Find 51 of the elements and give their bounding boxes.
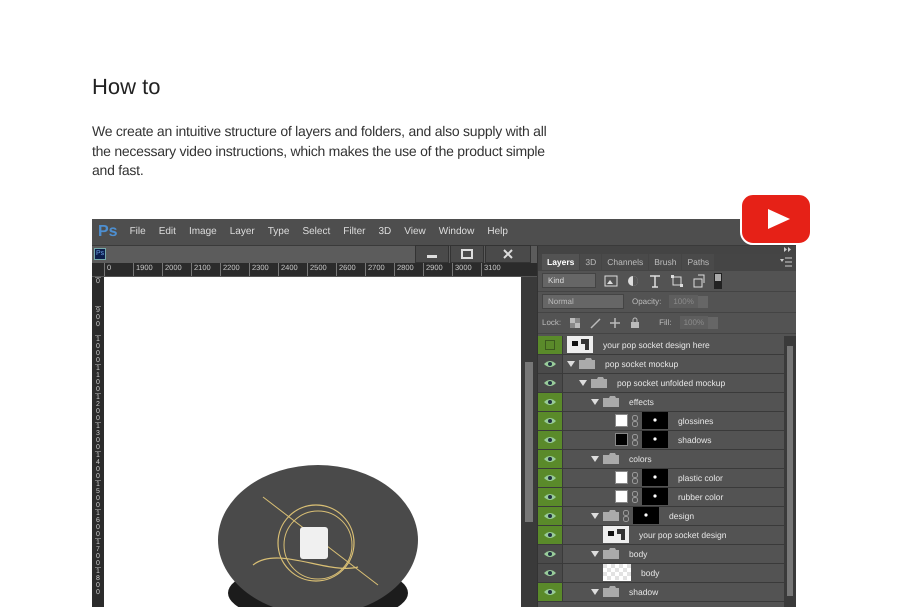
layer-row[interactable]: plastic color	[538, 468, 784, 488]
layer-name: your pop socket design	[639, 530, 726, 540]
layer-name: your pop socket design here	[603, 340, 710, 350]
layer-name: design	[669, 510, 694, 520]
panel-tab[interactable]: Layers	[542, 254, 580, 270]
layer-row[interactable]: shadow	[538, 582, 784, 602]
section-heading: How to	[92, 73, 162, 101]
menu-item[interactable]: 3D	[378, 226, 392, 237]
layer-name: body	[629, 548, 648, 558]
menu-item[interactable]: Window	[438, 226, 474, 237]
layer-row[interactable]: colors	[538, 450, 784, 468]
opacity-label: Opacity:	[632, 297, 662, 306]
layer-name: rubber color	[678, 492, 724, 502]
menu-item[interactable]: Layer	[230, 226, 255, 237]
menu-item[interactable]: Image	[188, 226, 217, 237]
menu-item[interactable]: Edit	[158, 226, 176, 237]
panel-tab[interactable]: Brush	[649, 254, 682, 270]
panel-tab[interactable]: Channels	[602, 254, 648, 270]
menu-item[interactable]: Filter	[343, 226, 366, 237]
layer-row[interactable]: your pop socket design	[538, 526, 784, 544]
layer-row[interactable]: pop socket mockup	[538, 354, 784, 374]
layer-name: effects	[629, 396, 654, 406]
layer-name: plastic color	[678, 472, 723, 482]
fill-label: Fill:	[659, 318, 672, 327]
description-text: We create an intuitive structure of layers and folders, and also supply with all the necessary video instructions, which makes the use of the product simple and fast.	[92, 122, 547, 180]
app-logo: Ps	[97, 222, 119, 240]
layer-row[interactable]: rubber color	[538, 488, 784, 506]
layer-name: pop socket mockup	[605, 358, 678, 368]
layer-name: glossines	[678, 416, 714, 426]
layer-row[interactable]: glossines	[538, 412, 784, 430]
lock-label: Lock:	[542, 318, 562, 327]
layer-row[interactable]: effects	[538, 392, 784, 412]
layer-name: pop socket unfolded mockup	[617, 378, 726, 388]
layer-name: shadow	[629, 586, 658, 596]
menu-item[interactable]: Type	[268, 226, 290, 237]
filter-dropdown[interactable]: Kind	[542, 273, 596, 288]
layer-name: colors	[629, 454, 652, 464]
menu-item[interactable]: Select	[302, 226, 330, 237]
panel-tab[interactable]: 3D	[580, 254, 602, 270]
layer-row[interactable]: design	[538, 506, 784, 526]
layer-name: shadows	[678, 434, 712, 444]
menu-item[interactable]: View	[404, 226, 426, 237]
panel-tab[interactable]: Paths	[682, 254, 714, 270]
layer-row[interactable]: your pop socket design here	[538, 336, 784, 354]
layer-name: body	[641, 568, 660, 578]
menu-item[interactable]: Help	[487, 226, 508, 237]
layer-row[interactable]: shadows	[538, 430, 784, 450]
layer-row[interactable]: body	[538, 544, 784, 564]
layer-row[interactable]: pop socket unfolded mockup	[538, 374, 784, 392]
menu-item[interactable]: File	[130, 226, 146, 237]
layer-row[interactable]: body	[538, 564, 784, 582]
